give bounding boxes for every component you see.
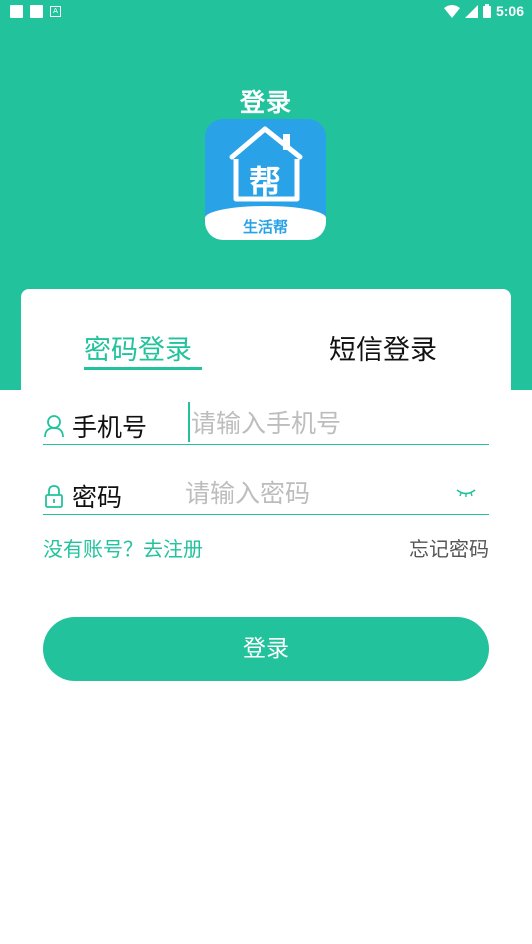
- status-bar: A 5:06: [0, 0, 532, 24]
- phone-input[interactable]: [191, 406, 489, 440]
- logo-glyph: 帮: [249, 163, 282, 201]
- notification-square-icon: [30, 5, 43, 18]
- phone-field: 手机号: [43, 402, 489, 445]
- wifi-icon: [443, 4, 460, 18]
- tab-sms-login[interactable]: 短信登录: [329, 328, 437, 367]
- password-input[interactable]: [185, 476, 445, 510]
- register-link[interactable]: 没有账号？去注册: [43, 533, 203, 562]
- page-title: 登录: [239, 88, 292, 117]
- battery-icon: [482, 4, 491, 18]
- cell-signal-icon: [464, 4, 478, 18]
- status-time: 5:06: [495, 3, 524, 19]
- password-field: 密码: [43, 476, 489, 515]
- tab-password-login[interactable]: 密码登录: [84, 328, 192, 367]
- app-a-icon: A: [50, 6, 61, 17]
- forgot-password-link[interactable]: 忘记密码: [409, 533, 489, 562]
- logo-text: 生活帮: [242, 218, 288, 236]
- password-label: 密码: [72, 483, 123, 512]
- user-icon: [44, 415, 64, 438]
- phone-label: 手机号: [72, 413, 148, 442]
- eye-closed-icon[interactable]: [455, 488, 477, 500]
- text-cursor: [188, 402, 190, 442]
- notification-square-icon: [10, 5, 23, 18]
- app-logo: 帮 生活帮: [205, 119, 326, 240]
- login-button[interactable]: 登录: [43, 617, 489, 681]
- lock-icon: [45, 485, 63, 508]
- active-tab-indicator: [84, 367, 202, 370]
